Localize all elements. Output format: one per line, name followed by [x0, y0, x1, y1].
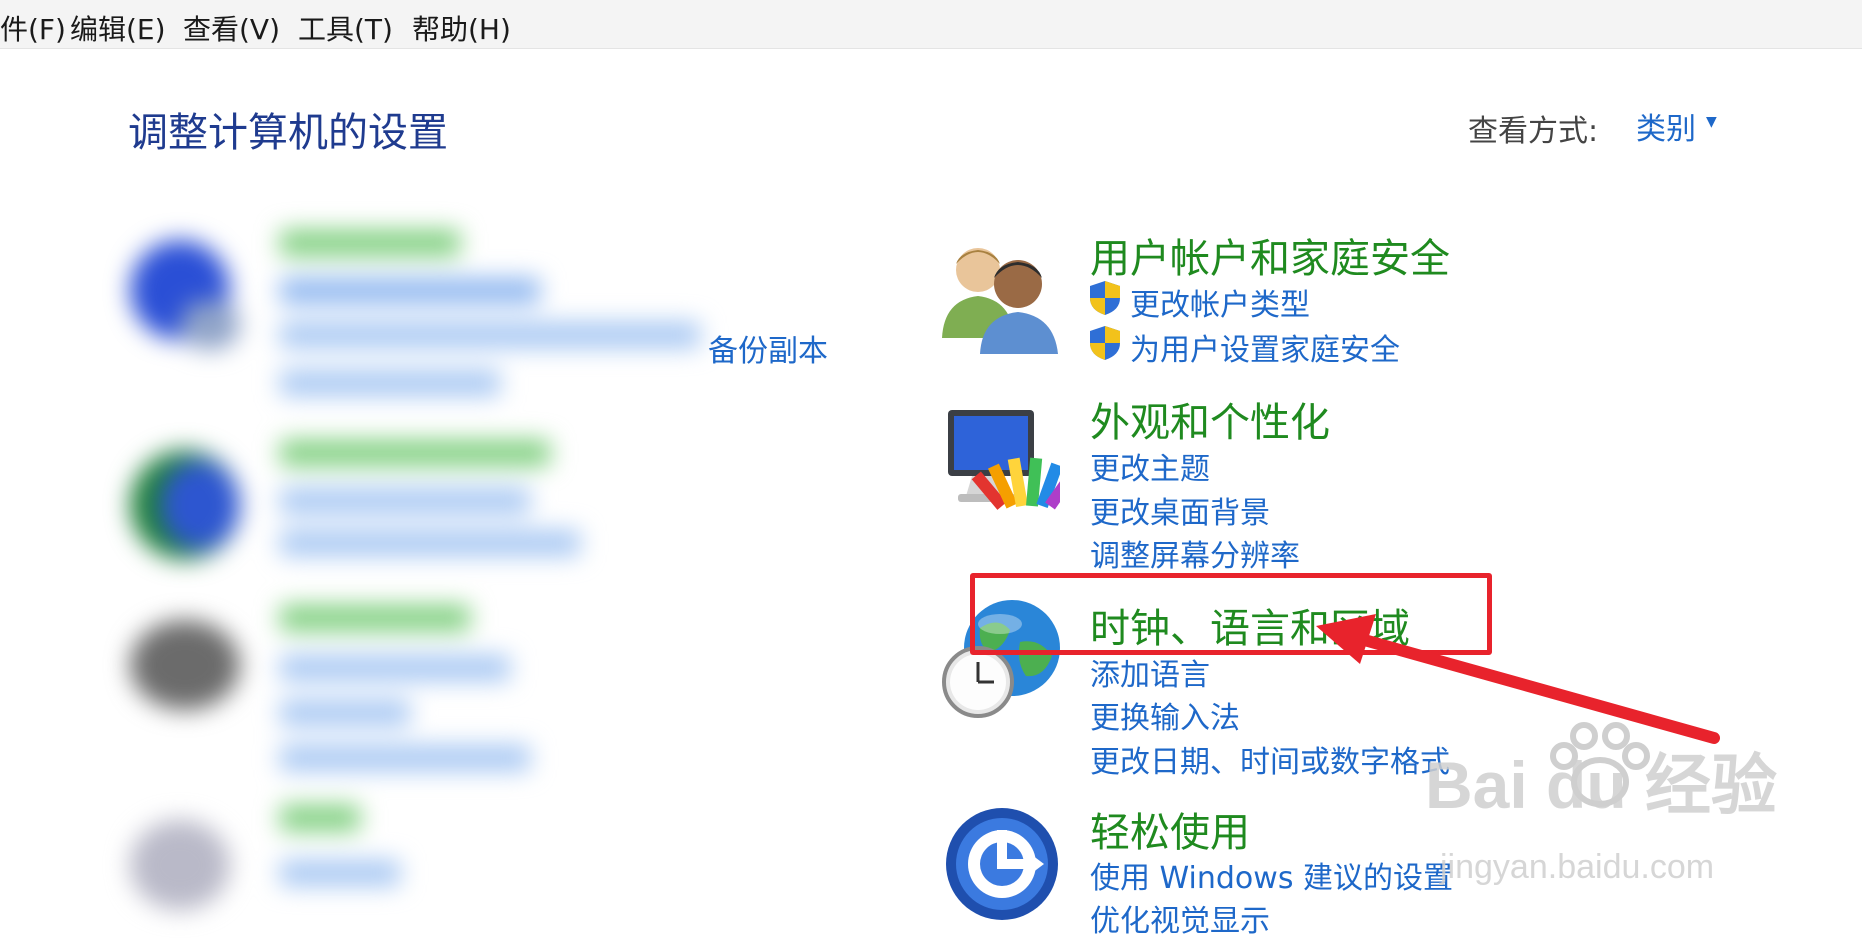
- watermark-brand: Bai du 经验: [1425, 748, 1778, 822]
- watermark-url: jingyan.baidu.com: [1440, 848, 1715, 886]
